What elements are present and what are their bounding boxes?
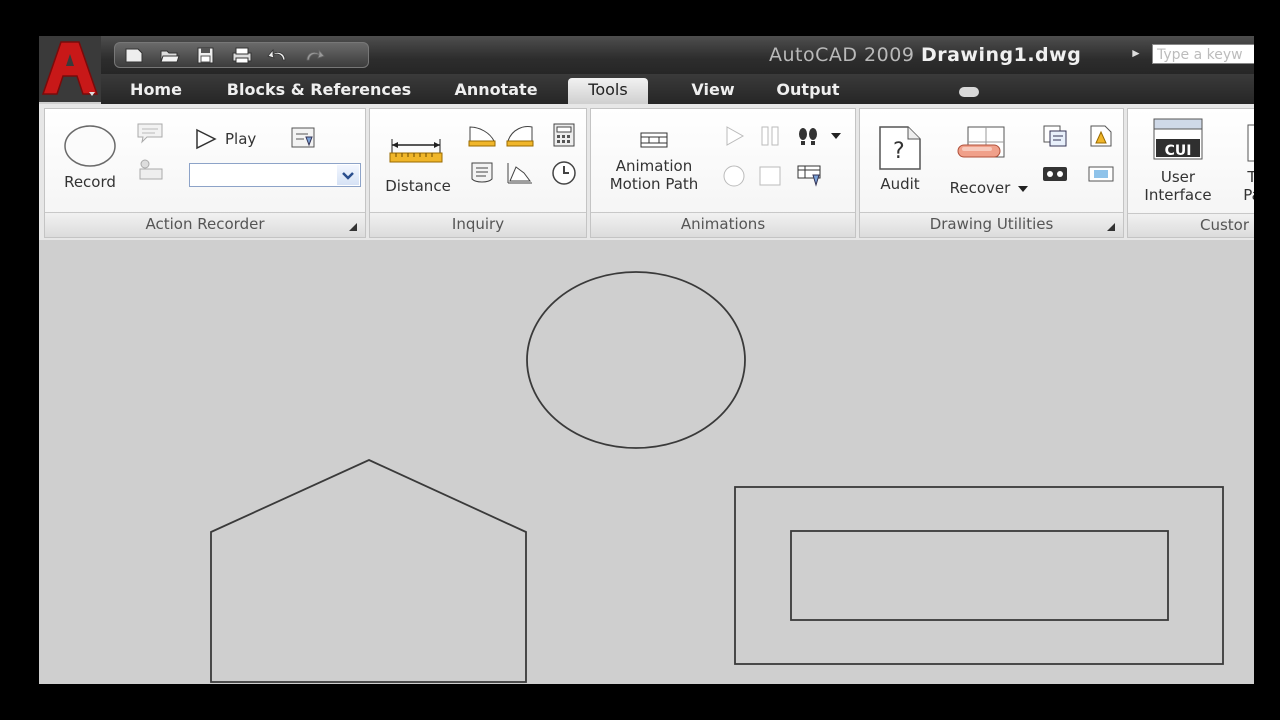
tool-palettes-button[interactable]: T Pa <box>1232 168 1254 204</box>
cui-badge: CUI <box>1164 143 1192 159</box>
title-bar: AutoCAD 2009 Drawing1.dwg ► Type a keyw <box>39 36 1254 74</box>
distance-icon[interactable] <box>388 137 446 169</box>
quick-access-toolbar <box>114 42 369 68</box>
panel-inquiry: Distance Inquiry <box>369 108 587 238</box>
tab-home[interactable]: Home <box>111 78 201 104</box>
search-input[interactable]: Type a keyw <box>1152 44 1254 64</box>
panel-title-drawing-utilities[interactable]: Drawing Utilities <box>860 212 1123 237</box>
panel-title-inquiry[interactable]: Inquiry <box>370 212 586 237</box>
panel-drawing-utilities: ? Audit Recover Drawing Utilities <box>859 108 1124 238</box>
time-icon[interactable] <box>550 159 578 187</box>
plot-icon[interactable] <box>229 45 255 65</box>
panel-animations: Animation Motion Path Animations <box>590 108 856 238</box>
audit-button[interactable]: Audit <box>868 175 932 193</box>
inner-rectangle-shape[interactable] <box>790 530 1169 621</box>
chevron-down-icon[interactable] <box>337 165 359 185</box>
user-interface-label-line2: Interface <box>1144 186 1212 204</box>
dialog-launcher-icon[interactable] <box>349 223 357 231</box>
tool-palettes-label-line1: T <box>1247 168 1254 186</box>
panel-title-text: Custor <box>1200 216 1250 234</box>
status-bar-icon[interactable] <box>1086 163 1116 185</box>
units-icon[interactable] <box>1040 163 1070 185</box>
app-name: AutoCAD 2009 <box>769 44 915 66</box>
dialog-launcher-icon[interactable] <box>1107 223 1115 231</box>
autocad-logo-icon <box>39 36 101 102</box>
tab-view[interactable]: View <box>673 78 753 104</box>
animation-settings-icon[interactable] <box>795 161 825 189</box>
application-menu-button[interactable] <box>39 36 101 102</box>
open-icon[interactable] <box>157 45 183 65</box>
stop-icon[interactable] <box>757 163 783 189</box>
tab-output[interactable]: Output <box>763 78 853 104</box>
panel-title-text: Inquiry <box>451 215 505 233</box>
panel-title-text: Drawing Utilities <box>929 215 1054 233</box>
play-icon[interactable] <box>193 127 221 151</box>
panel-action-recorder: Record Play Action Recorder <box>44 108 366 238</box>
request-user-input-icon[interactable] <box>135 157 165 183</box>
redo-icon[interactable] <box>301 45 327 65</box>
distance-button[interactable]: Distance <box>378 177 458 195</box>
panel-title-customization[interactable]: Custor <box>1128 213 1254 237</box>
insert-message-icon[interactable] <box>135 121 165 145</box>
panel-title-animations[interactable]: Animations <box>591 212 855 237</box>
area-icon[interactable] <box>504 159 536 187</box>
record-icon[interactable] <box>63 123 119 169</box>
motion-path-label-line2: Motion Path <box>609 175 699 193</box>
play-button[interactable]: Play <box>225 130 275 148</box>
radius-icon[interactable] <box>466 121 498 149</box>
animation-motion-path-button[interactable]: Animation Motion Path <box>597 157 711 193</box>
svg-text:?: ? <box>893 139 905 164</box>
list-icon[interactable] <box>466 159 498 187</box>
user-interface-label-line1: User <box>1160 168 1196 186</box>
record-button[interactable]: Record <box>55 173 125 191</box>
outer-rectangle-shape[interactable] <box>734 486 1224 665</box>
tab-blocks-references[interactable]: Blocks & References <box>219 78 419 104</box>
recover-icon[interactable] <box>954 125 1016 171</box>
chevron-down-icon[interactable] <box>829 131 843 141</box>
window-title: AutoCAD 2009 Drawing1.dwg <box>769 44 1081 66</box>
tab-annotate[interactable]: Annotate <box>441 78 551 104</box>
motion-path-icon[interactable] <box>639 129 669 151</box>
purge-icon[interactable] <box>1086 123 1116 149</box>
panel-customization: CUI User Interface T Pa Custor <box>1127 108 1254 238</box>
preferences-icon[interactable] <box>288 125 318 151</box>
save-icon[interactable] <box>193 45 219 65</box>
recover-button[interactable]: Recover <box>940 179 1020 197</box>
ribbon-tab-bar: Home Blocks & References Annotate Tools … <box>101 74 1254 104</box>
new-icon[interactable] <box>121 45 147 65</box>
walk-icon[interactable] <box>795 123 821 149</box>
panel-title-text: Action Recorder <box>145 215 265 233</box>
audit-icon[interactable]: ? <box>876 125 924 171</box>
ribbon-minimize-button[interactable] <box>959 87 979 97</box>
record-animation-icon[interactable] <box>721 163 747 189</box>
panel-title-action-recorder[interactable]: Action Recorder <box>45 212 365 237</box>
play-animation-icon[interactable] <box>721 123 747 149</box>
macro-list-dropdown[interactable] <box>189 163 361 187</box>
document-name: Drawing1.dwg <box>920 44 1082 66</box>
pentagon-shape[interactable] <box>210 459 527 683</box>
ribbon: Record Play Action Recorder Distance Inq… <box>39 104 1254 240</box>
quickcalc-icon[interactable] <box>550 121 578 149</box>
tab-tools[interactable]: Tools <box>568 78 648 104</box>
drawing-properties-icon[interactable] <box>1040 123 1070 149</box>
angle-icon[interactable] <box>504 121 536 149</box>
expand-arrow-icon[interactable]: ► <box>1130 46 1142 60</box>
undo-icon[interactable] <box>265 45 291 65</box>
tool-palettes-icon[interactable] <box>1244 123 1254 163</box>
chevron-down-icon[interactable] <box>1016 184 1030 194</box>
drawing-svg[interactable] <box>39 246 1254 684</box>
autocad-window: AutoCAD 2009 Drawing1.dwg ► Type a keyw … <box>39 36 1254 684</box>
ellipse-shape[interactable] <box>526 271 746 449</box>
motion-path-label-line1: Animation <box>615 157 693 175</box>
drawing-canvas[interactable] <box>39 246 1254 684</box>
tool-palettes-label-line2: Pa <box>1243 186 1254 204</box>
user-interface-button[interactable]: User Interface <box>1132 168 1224 204</box>
panel-title-text: Animations <box>680 215 766 233</box>
pause-icon[interactable] <box>757 123 783 149</box>
